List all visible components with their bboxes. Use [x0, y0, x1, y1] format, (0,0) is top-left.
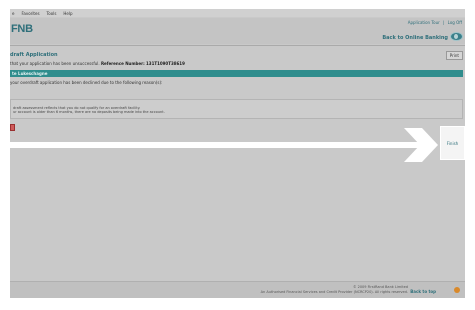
declined-message: your overdraft application has been decl… [10, 80, 163, 85]
back-to-online-banking-link[interactable]: Back to Online Banking [382, 35, 448, 41]
fnb-logo[interactable]: FNB [11, 23, 33, 35]
back-to-top-link[interactable]: Back to top [410, 289, 436, 294]
header-links: Application Tour | Log Off [406, 20, 462, 25]
header-link-separator: | [443, 20, 445, 25]
site-header: FNB Application Tour | Log Off Back to O… [10, 18, 465, 44]
reference-label: Reference Number: [100, 61, 145, 66]
reasons-box: draft assessment reflects that you do no… [10, 99, 463, 119]
finish-button[interactable]: Finish [440, 126, 465, 160]
reference-number: 131T1090T38619 [146, 61, 185, 66]
menu-item-edit[interactable]: e [12, 11, 14, 16]
globe-icon[interactable] [450, 32, 463, 41]
page-footer: © 2009 FirstRand Bank Limited An Authori… [10, 281, 465, 298]
print-button[interactable]: Print [445, 51, 463, 60]
back-to-top-icon[interactable] [454, 287, 460, 293]
menu-item-favorites[interactable]: Favorites [21, 11, 39, 16]
page-title: draft Application [10, 52, 58, 58]
browser-window: e Favorites Tools Help FNB Application T… [10, 9, 465, 298]
notice-text: that your application has been unsuccess… [10, 61, 100, 66]
header-divider [10, 45, 465, 46]
menu-bar: e Favorites Tools Help [10, 9, 465, 17]
application-tour-link[interactable]: Application Tour [408, 20, 440, 25]
copyright-line-2: An Authorised Financial Services and Cre… [260, 289, 408, 294]
arrow-pointer [10, 128, 438, 162]
log-off-link[interactable]: Log Off [448, 20, 462, 25]
arrow-shaft [10, 142, 425, 148]
menu-item-tools[interactable]: Tools [47, 11, 57, 16]
reason-item: ur account is older than 6 months, there… [13, 110, 165, 114]
section-header-bar: te Lukeschagne [10, 70, 463, 77]
menu-item-help[interactable]: Help [63, 11, 72, 16]
unsuccessful-notice: that your application has been unsuccess… [10, 61, 185, 66]
copyright-text: © 2009 FirstRand Bank Limited An Authori… [261, 285, 408, 294]
